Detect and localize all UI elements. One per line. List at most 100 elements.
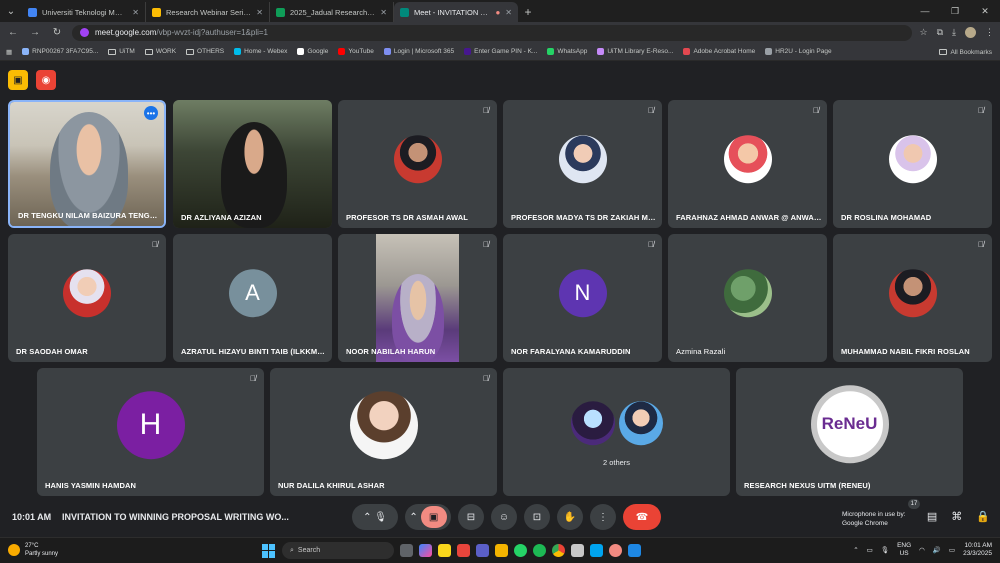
chat-icon[interactable]: ▤ xyxy=(927,510,937,523)
participant-tile[interactable]: 🎙̸ MUHAMMAD NABIL FIKRI ROSLAN xyxy=(833,234,992,362)
all-bookmarks[interactable]: All Bookmarks xyxy=(939,43,992,60)
mic-button[interactable]: ⌃ 🎙 xyxy=(352,504,398,530)
bookmark-item[interactable]: WhatsApp xyxy=(547,48,587,55)
bookmark-folder[interactable]: WORK xyxy=(144,48,177,55)
bookmark-item[interactable]: YouTube xyxy=(338,48,374,55)
chevron-up-icon[interactable]: ⌃ xyxy=(853,546,858,554)
reactions-button[interactable]: ☺ xyxy=(491,504,517,530)
close-tab-icon[interactable]: ✕ xyxy=(132,8,139,17)
chrome-menu-icon[interactable]: ⋮ xyxy=(985,27,994,38)
participant-tile[interactable]: Azmina Razali xyxy=(668,234,827,362)
participant-tile[interactable]: 🎙̸ H HANIS YASMIN HAMDAN xyxy=(37,368,264,496)
host-lock-icon[interactable]: 🔒 xyxy=(976,510,990,523)
close-tab-icon[interactable]: ✕ xyxy=(256,8,263,17)
bookmark-item[interactable]: HR2U - Login Page xyxy=(765,48,832,55)
mic-off-icon: 🎙̸ xyxy=(250,374,256,383)
leave-call-button[interactable]: ☎ xyxy=(623,504,661,530)
participant-tile[interactable]: 🎙̸ NUR DALILA KHIRUL ASHAR xyxy=(270,368,497,496)
bookmark-folder[interactable]: UiTM xyxy=(108,48,135,55)
teams-icon[interactable] xyxy=(476,544,489,557)
more-options-button[interactable]: ⋮ xyxy=(590,504,616,530)
back-icon[interactable]: ← xyxy=(6,27,20,38)
meet-side-actions: ▤ ⌘ 🔒 xyxy=(927,510,990,523)
host-controls-icon[interactable]: ▣ xyxy=(8,70,28,90)
camera-tray-icon[interactable]: ▭ xyxy=(867,546,873,554)
participant-tile[interactable]: ReNeU RESEARCH NEXUS UITM (RENEU) xyxy=(736,368,963,496)
system-clock[interactable]: 10:01 AM 23/3/2025 xyxy=(963,542,992,558)
participant-tile[interactable]: 🎙̸ NOOR NABILAH HARUN xyxy=(338,234,497,362)
browser-tab-uitm[interactable]: Universiti Teknologi MARA - Ca ✕ xyxy=(22,2,146,22)
participant-name: DR AZLIYANA AZIZAN xyxy=(181,213,262,222)
participant-tile[interactable]: 🎙̸ N NOR FARALYANA KAMARUDDIN xyxy=(503,234,662,362)
participant-tile[interactable]: 🎙̸ DR SAODAH OMAR xyxy=(8,234,166,362)
reload-icon[interactable]: ↻ xyxy=(50,27,64,38)
browser-tab-webinar-series[interactable]: Research Webinar Series 7.0 20 ✕ xyxy=(146,2,270,22)
whatsapp-app-icon[interactable] xyxy=(514,544,527,557)
close-tab-icon[interactable]: ✕ xyxy=(505,8,512,17)
spotify-icon[interactable] xyxy=(533,544,546,557)
others-tile[interactable]: 2 others xyxy=(503,368,730,496)
taskbar-search-input[interactable]: ⌕ Search xyxy=(282,542,394,559)
present-button[interactable]: ⊡ xyxy=(524,504,550,530)
extensions-icon[interactable]: ⧉ xyxy=(937,27,943,38)
raise-hand-button[interactable]: ✋ xyxy=(557,504,583,530)
weather-widget[interactable]: 27°C Partly sunny xyxy=(8,542,58,558)
task-view-icon[interactable] xyxy=(400,544,413,557)
battery-icon[interactable]: ▭ xyxy=(949,546,955,554)
address-input[interactable]: meet.google.com/vbp-wvzt-idj?authuser=1&… xyxy=(72,24,912,41)
activities-icon[interactable]: ⌘ xyxy=(951,510,962,523)
participant-tile[interactable]: ••• DR TENGKU NILAM BAIZURA TENGKU I... xyxy=(8,100,166,228)
new-tab-button[interactable]: + xyxy=(518,2,538,22)
app-icon[interactable] xyxy=(571,544,584,557)
participant-tile[interactable]: 🎙̸ DR ROSLINA MOHAMAD xyxy=(833,100,992,228)
close-tab-icon[interactable]: ✕ xyxy=(380,8,387,17)
close-window-icon[interactable]: ✕ xyxy=(970,0,1000,22)
more-options-icon[interactable]: ••• xyxy=(144,106,158,120)
downloads-icon[interactable]: ⤓ xyxy=(952,27,956,38)
bookmark-item[interactable]: Enter Game PIN - K... xyxy=(464,48,537,55)
browser-tab-jadual[interactable]: 2025_Jadual Research Webinar ✕ xyxy=(270,2,394,22)
bookmark-label: WORK xyxy=(155,48,177,55)
participant-tile[interactable]: 🎙̸ PROFESOR TS DR ASMAH AWAL xyxy=(338,100,497,228)
chrome-icon[interactable] xyxy=(552,544,565,557)
participant-name: NOR FARALYANA KAMARUDDIN xyxy=(511,347,631,356)
windows-start-icon[interactable] xyxy=(262,543,276,558)
app-icon[interactable] xyxy=(628,544,641,557)
tab-search-icon[interactable]: ⌄ xyxy=(0,0,22,22)
bookmark-item[interactable]: Home - Webex xyxy=(234,48,287,55)
bookmark-item[interactable]: UiTM Library E-Reso... xyxy=(597,48,673,55)
browser-tab-meet[interactable]: Meet - INVITATION TO WI ● ✕ xyxy=(394,2,518,22)
wifi-icon[interactable]: ◠ xyxy=(919,546,925,554)
minimize-icon[interactable]: — xyxy=(910,0,940,22)
bookmark-item[interactable]: Login | Microsoft 365 xyxy=(383,48,454,55)
profile-avatar[interactable] xyxy=(965,27,976,38)
language-indicator[interactable]: ENG US xyxy=(897,542,911,558)
bookmark-item[interactable]: Google xyxy=(297,48,328,55)
volume-icon[interactable]: 🔊 xyxy=(933,546,941,554)
participant-tile[interactable]: 🎙̸ FARAHNAZ AHMAD ANWAR @ ANWAR ... xyxy=(668,100,827,228)
recording-icon[interactable]: ◉ xyxy=(36,70,56,90)
sticky-notes-icon[interactable] xyxy=(438,544,451,557)
tab-label: Universiti Teknologi MARA - Ca xyxy=(42,7,127,17)
file-explorer-icon[interactable] xyxy=(495,544,508,557)
site-info-icon[interactable] xyxy=(80,28,89,37)
app-icon[interactable] xyxy=(457,544,470,557)
mic-off-icon: 🎙̸ xyxy=(648,106,654,115)
address-host: meet.google.com xyxy=(95,28,157,37)
participant-tile[interactable]: DR AZLIYANA AZIZAN xyxy=(173,100,332,228)
microphone-tray-icon[interactable]: 🎙 xyxy=(881,546,889,554)
captions-button[interactable]: ⊟ xyxy=(458,504,484,530)
app-icon[interactable] xyxy=(590,544,603,557)
bookmark-folder[interactable]: OTHERS xyxy=(186,48,224,55)
camera-button[interactable]: ⌃ ▣ xyxy=(405,504,451,530)
copilot-icon[interactable] xyxy=(419,544,432,557)
forward-icon[interactable]: → xyxy=(28,27,42,38)
participant-tile[interactable]: A AZRATUL HIZAYU BINTI TAIB (ILKKMSG... xyxy=(173,234,332,362)
bookmark-item[interactable]: Adobe Acrobat Home xyxy=(683,48,755,55)
participant-tile[interactable]: 🎙̸ PROFESOR MADYA TS DR ZAKIAH MOH... xyxy=(503,100,662,228)
media-player-icon[interactable] xyxy=(609,544,622,557)
bookmark-item[interactable]: RNP00267 3FA7C95... xyxy=(22,48,98,55)
maximize-icon[interactable]: ❐ xyxy=(940,0,970,22)
apps-grid-icon[interactable]: ▦ xyxy=(6,48,12,56)
bookmark-star-icon[interactable]: ☆ xyxy=(920,27,928,38)
